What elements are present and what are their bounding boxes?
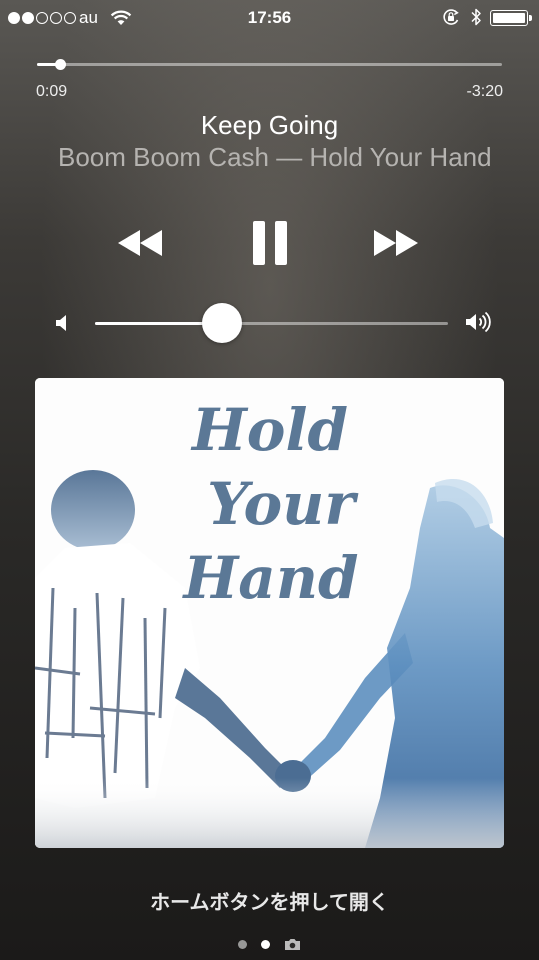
page-dot[interactable]	[261, 939, 270, 949]
transport-controls	[0, 215, 539, 271]
pause-icon	[253, 221, 287, 265]
volume-low-icon	[56, 315, 66, 331]
bluetooth-icon	[471, 8, 481, 26]
volume-knob[interactable]	[202, 303, 243, 343]
page-indicator	[0, 936, 539, 952]
artist-album-label: Boom Boom Cash — Hold Your Hand	[58, 142, 492, 172]
elapsed-time: 0:09	[36, 83, 68, 100]
volume-control	[0, 300, 539, 346]
page-dot[interactable]	[238, 939, 247, 949]
rewind-button[interactable]	[110, 215, 170, 271]
volume-high-icon	[466, 311, 491, 333]
orientation-lock-icon	[443, 9, 459, 25]
playback-scrubber[interactable]	[37, 59, 502, 70]
artwork-title-line-1: Hold	[190, 396, 348, 464]
album-artwork: Hold Your Hand	[35, 378, 504, 848]
fast-forward-icon	[374, 230, 418, 256]
unlock-hint: ホームボタンを押して開く	[150, 892, 389, 914]
camera-icon[interactable]	[284, 938, 301, 951]
fast-forward-button[interactable]	[366, 215, 426, 271]
song-title: Keep Going	[200, 110, 339, 140]
volume-slider[interactable]	[95, 303, 448, 343]
pause-button[interactable]	[240, 215, 300, 271]
rewind-icon	[118, 230, 162, 256]
status-bar: au 17:56	[0, 0, 539, 36]
artwork-title-line-2: Your	[207, 470, 359, 538]
artwork-title-line-3: Hand	[181, 544, 358, 612]
artwork-title: Hold Your Hand	[181, 396, 359, 612]
scrubber-knob[interactable]	[55, 59, 67, 70]
remaining-time: -3:20	[466, 83, 503, 100]
battery-icon	[490, 10, 532, 26]
